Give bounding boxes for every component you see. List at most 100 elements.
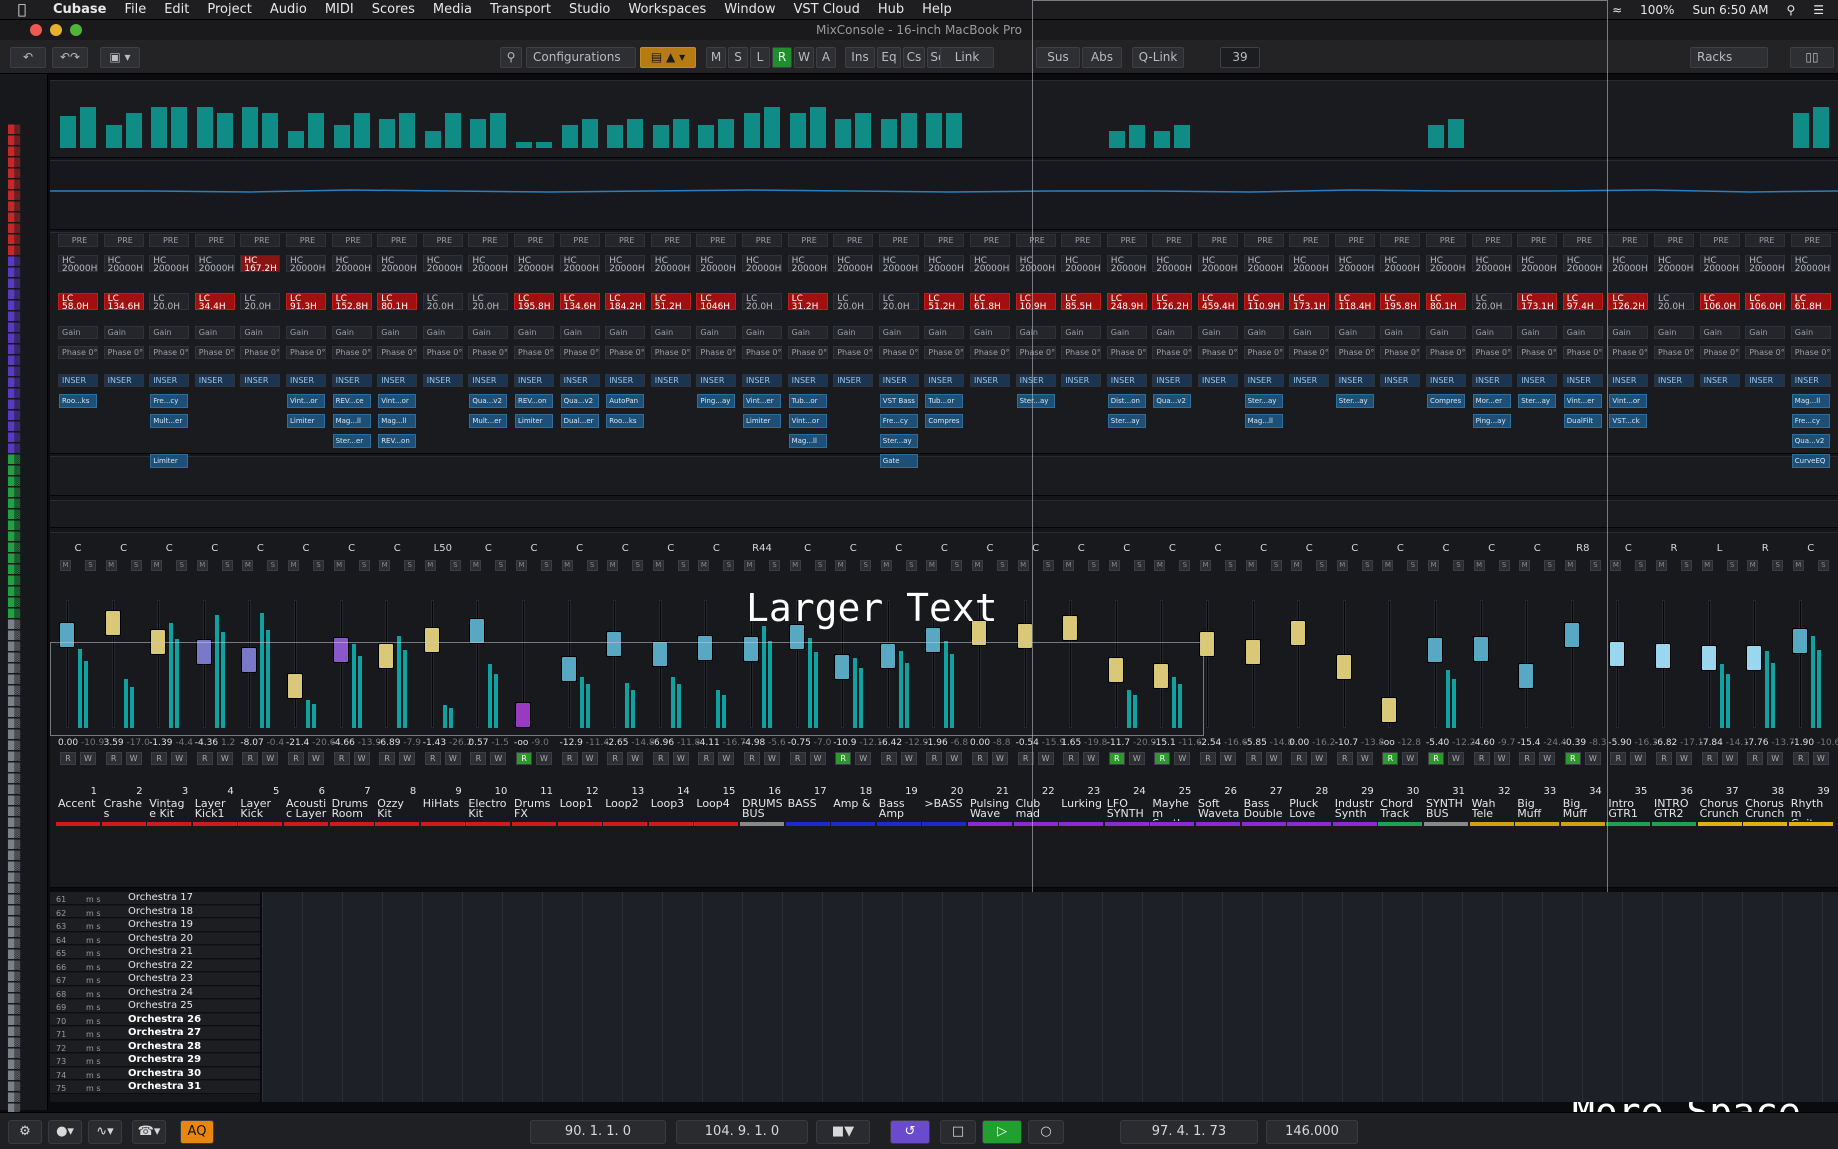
volume-fader[interactable] xyxy=(971,620,987,647)
write-automation-button[interactable]: W xyxy=(627,752,644,765)
visibility-row[interactable]: █▒ xyxy=(8,1070,44,1081)
visibility-row[interactable]: █▒ xyxy=(8,773,44,784)
insert-slot[interactable]: CurveEQ xyxy=(1791,454,1830,468)
pre-label[interactable]: PRE xyxy=(1471,234,1512,247)
visibility-row[interactable]: █▒ xyxy=(8,597,44,608)
write-automation-button[interactable]: W xyxy=(809,752,826,765)
record-button[interactable]: ○ xyxy=(1028,1120,1064,1144)
channel-name[interactable]: Loop4 xyxy=(696,799,738,821)
channel-name[interactable]: Intro GTR1 xyxy=(1608,799,1650,821)
mute-solo-icons[interactable]: m s xyxy=(86,1056,101,1068)
inserts-header[interactable]: INSER xyxy=(924,374,965,387)
pan-control[interactable]: C xyxy=(330,543,374,554)
channel-name[interactable]: Industr Synth xyxy=(1335,799,1377,821)
track-row[interactable]: 66 m s Orchestra 22 xyxy=(50,959,260,974)
hc-filter[interactable]: HC 20000H xyxy=(1198,255,1238,274)
insert-slot[interactable]: Ster...ay xyxy=(1107,414,1146,428)
pre-label[interactable]: PRE xyxy=(1790,234,1831,247)
visibility-row[interactable]: █▒ xyxy=(8,1048,44,1059)
phase-knob[interactable]: Phase 0° xyxy=(833,346,874,359)
visibility-row[interactable]: █▒ xyxy=(8,949,44,960)
solo-button[interactable]: S xyxy=(1316,560,1328,571)
racks-dropdown[interactable]: Racks xyxy=(1690,47,1768,68)
mute-button[interactable]: M xyxy=(1701,560,1713,571)
visibility-row[interactable]: █▒ xyxy=(8,806,44,817)
pan-control[interactable]: C xyxy=(968,543,1012,554)
hc-filter[interactable]: HC 20000H xyxy=(377,255,418,274)
insert-slot[interactable]: Limiter xyxy=(515,414,553,428)
minimize-icon[interactable] xyxy=(50,24,62,36)
insert-slot[interactable]: Mag...ll xyxy=(332,414,371,428)
pan-control[interactable]: C xyxy=(1378,543,1422,554)
pan-control[interactable]: C xyxy=(512,543,556,554)
solo-button[interactable]: S xyxy=(1270,560,1282,571)
lc-filter[interactable]: LC 1046H xyxy=(696,293,737,312)
lc-filter[interactable]: LC 195.8H xyxy=(1380,293,1421,312)
pan-control[interactable]: R8 xyxy=(1561,543,1605,554)
volume-fader[interactable] xyxy=(1107,657,1124,684)
visibility-row[interactable]: █▒ xyxy=(8,322,44,333)
mute-solo-icons[interactable]: m s xyxy=(86,1029,101,1041)
mute-button[interactable]: M xyxy=(1108,560,1120,571)
pre-label[interactable]: PRE xyxy=(149,234,190,247)
volume-value[interactable]: -1.96 -6.8 xyxy=(922,738,968,748)
visibility-row[interactable]: █▒ xyxy=(8,223,44,234)
read-automation-button[interactable]: R xyxy=(744,752,760,765)
gain-knob[interactable]: Gain xyxy=(650,326,691,339)
write-automation-button[interactable]: W xyxy=(353,752,370,765)
pre-label[interactable]: PRE xyxy=(559,234,600,247)
volume-value[interactable]: -4.66 -13.9 xyxy=(330,738,381,748)
insert-slot[interactable]: Ster...ay xyxy=(1244,394,1283,408)
volume-fader[interactable] xyxy=(606,630,623,657)
inserts-header[interactable]: INSER xyxy=(1654,374,1694,387)
layout-icon[interactable]: ▯▯ xyxy=(1790,47,1834,68)
phase-knob[interactable]: Phase 0° xyxy=(1380,346,1421,359)
solo-button[interactable]: S xyxy=(130,560,142,571)
fader-track[interactable] xyxy=(1570,600,1574,728)
control-center-icon[interactable]: ☰ xyxy=(1813,3,1824,17)
inserts-header[interactable]: INSER xyxy=(1699,374,1740,387)
insert-slot[interactable]: Fre...cy xyxy=(150,394,189,408)
lc-filter[interactable]: LC 20.0H xyxy=(1471,293,1512,312)
phase-knob[interactable]: Phase 0° xyxy=(194,346,235,359)
mute-button[interactable]: M xyxy=(470,560,482,571)
pan-control[interactable]: L50 xyxy=(421,543,465,554)
pre-label[interactable]: PRE xyxy=(1562,234,1603,247)
pan-control[interactable]: C xyxy=(1470,543,1514,554)
visibility-row[interactable]: █▒ xyxy=(8,1037,44,1048)
visibility-row[interactable]: █▒ xyxy=(8,1026,44,1037)
mute-solo-icons[interactable]: m s xyxy=(86,962,101,974)
volume-fader[interactable] xyxy=(743,635,759,662)
phase-knob[interactable]: Phase 0° xyxy=(1608,346,1649,359)
inserts-header[interactable]: INSER xyxy=(878,374,919,387)
write-automation-button[interactable]: W xyxy=(992,752,1008,765)
pre-label[interactable]: PRE xyxy=(1517,234,1558,247)
write-automation-button[interactable]: W xyxy=(262,752,279,765)
pan-control[interactable]: R xyxy=(1652,543,1696,554)
lc-filter[interactable]: LC 10.9H xyxy=(1015,293,1056,312)
visibility-row[interactable]: █▒ xyxy=(8,465,44,476)
phase-knob[interactable]: Phase 0° xyxy=(422,346,463,359)
volume-value[interactable]: -4.60 -9.7 xyxy=(1470,738,1516,748)
mute-button[interactable]: M xyxy=(972,560,983,571)
mute-solo-icons[interactable]: m s xyxy=(86,1016,101,1028)
read-automation-button[interactable]: R xyxy=(1382,752,1399,765)
read-automation-button[interactable]: R xyxy=(151,752,168,765)
write-automation-button[interactable]: W xyxy=(855,752,872,765)
inserts-header[interactable]: INSER xyxy=(1380,374,1421,387)
gain-knob[interactable]: Gain xyxy=(787,326,828,339)
mute-button[interactable]: M xyxy=(1428,560,1439,571)
insert-slot[interactable]: Limiter xyxy=(287,414,325,428)
insert-slot[interactable]: Ping...ay xyxy=(697,394,736,408)
lc-filter[interactable]: LC 20.0H xyxy=(240,293,281,312)
track-row[interactable]: 74 m s Orchestra 30 xyxy=(50,1067,260,1081)
insert-slot[interactable]: Mag...ll xyxy=(378,414,417,428)
read-automation-button[interactable]: R xyxy=(1519,752,1536,765)
volume-value[interactable]: -2.65 -14.8 xyxy=(603,738,654,748)
insert-slot[interactable]: Ster...er xyxy=(332,434,371,448)
phase-knob[interactable]: Phase 0° xyxy=(1517,346,1558,359)
lc-filter[interactable]: LC 134.6H xyxy=(103,293,144,312)
hc-filter[interactable]: HC 20000H xyxy=(1061,255,1102,274)
pre-label[interactable]: PRE xyxy=(286,234,326,247)
volume-fader[interactable] xyxy=(1199,630,1215,657)
